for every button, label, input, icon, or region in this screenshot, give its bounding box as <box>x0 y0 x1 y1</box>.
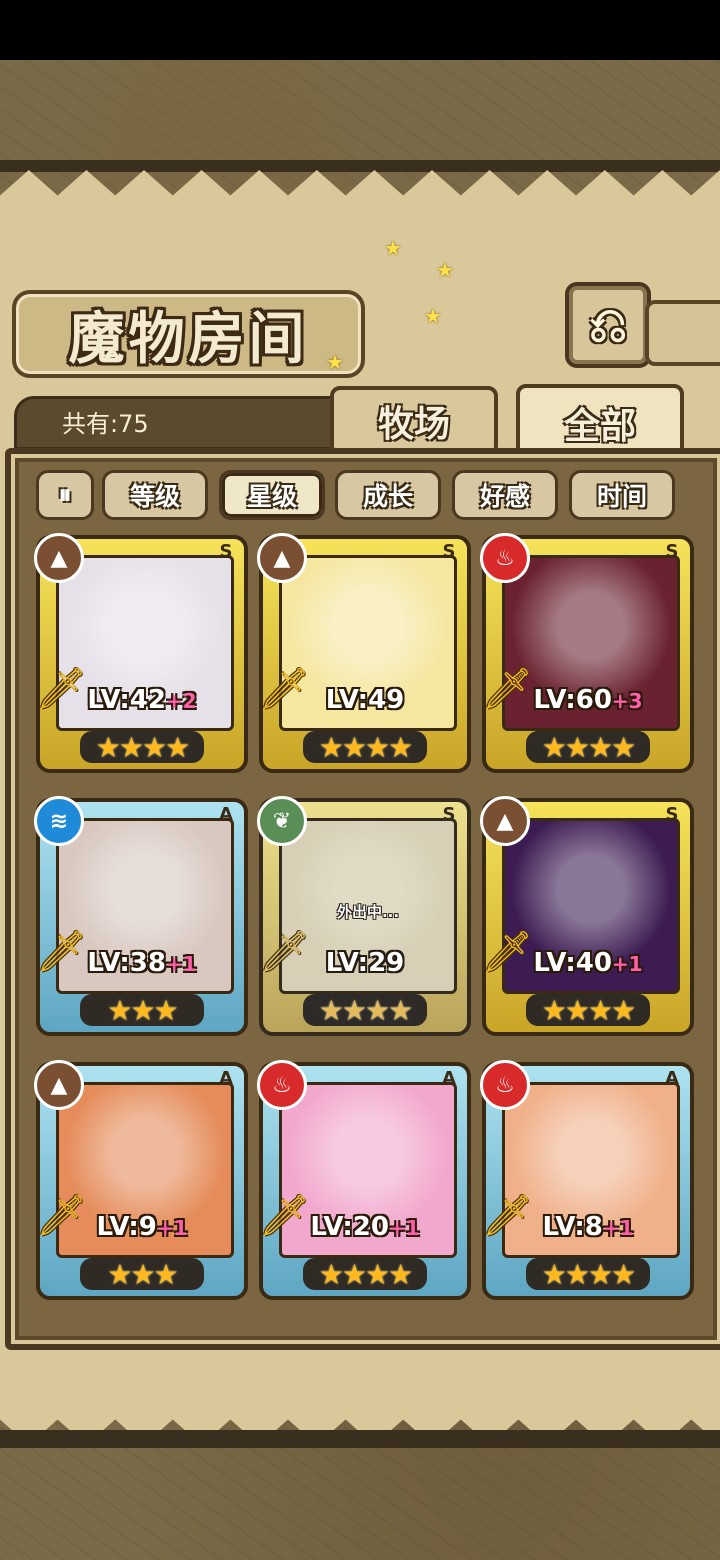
sort-label: 成长 <box>362 482 413 511</box>
rank-badge: A <box>219 1068 233 1089</box>
monster-card[interactable]: ♨ S 🗡 LV:60+3 ★★★★ <box>480 533 694 773</box>
sort-time-button[interactable]: 时间 <box>569 470 675 520</box>
level-label: LV:20+1 <box>263 1212 467 1242</box>
level-bonus: +2 <box>165 689 197 713</box>
status-bar <box>0 0 720 60</box>
title-plate: 魔物房间 <box>12 290 365 378</box>
fire-element-icon: ♨ <box>480 533 530 583</box>
monster-card[interactable]: ▲ S 🗡 LV:40+1 ★★★★ <box>480 796 694 1036</box>
level-label: LV:8+1 <box>486 1212 690 1242</box>
wood-element-icon: ❦ <box>257 796 307 846</box>
sort-star-button[interactable]: 星级 <box>219 470 325 520</box>
rank-badge: A <box>665 1068 679 1089</box>
sort-label: 星级 <box>246 482 297 511</box>
level-value: LV:29 <box>325 948 405 978</box>
fire-element-icon: ♨ <box>480 1060 530 1110</box>
level-value: LV:60 <box>533 685 612 715</box>
level-bonus: +1 <box>388 1216 420 1240</box>
level-label: LV:42+2 <box>40 685 244 715</box>
side-tab <box>645 300 720 366</box>
sparkle-icon: ★ <box>424 304 442 328</box>
back-arrow-icon: ⎌ <box>588 296 628 353</box>
sort-label: 时间 <box>596 482 647 511</box>
rank-badge: S <box>442 804 456 825</box>
sort-label: 等级 <box>129 482 180 511</box>
level-value: LV:20 <box>310 1212 389 1242</box>
monster-card[interactable]: 外出中... ❦ S 🗡 LV:29 ★★★★ <box>257 796 471 1036</box>
earth-element-icon: ▲ <box>34 1060 84 1110</box>
level-value: LV:38 <box>87 948 166 978</box>
rank-badge: S <box>665 804 679 825</box>
earth-element-icon: ▲ <box>34 533 84 583</box>
divider-bottom <box>0 1430 720 1448</box>
level-value: LV:40 <box>533 948 612 978</box>
star-rating: ★★★★ <box>526 994 650 1027</box>
fire-element-icon: ♨ <box>257 1060 307 1110</box>
star-rating: ★★★★ <box>526 731 650 764</box>
star-rating: ★★★★ <box>80 731 204 764</box>
rank-badge: S <box>665 541 679 562</box>
page-title: 魔物房间 <box>68 305 309 372</box>
level-label: LV:49 <box>263 685 467 715</box>
star-rating: ★★★★ <box>303 1258 427 1291</box>
tab-label: 全部 <box>563 405 636 447</box>
rank-badge: A <box>219 804 233 825</box>
water-element-icon: ≋ <box>34 796 84 846</box>
star-rating: ★★★ <box>80 994 204 1027</box>
earth-element-icon: ▲ <box>480 796 530 846</box>
monster-card[interactable]: ♨ A 🗡 LV:8+1 ★★★★ <box>480 1060 694 1300</box>
level-bonus: +1 <box>156 1216 188 1240</box>
away-status: 外出中... <box>336 903 400 921</box>
tab-ranch[interactable]: 牧场 <box>330 386 498 456</box>
level-bonus: +1 <box>602 1216 634 1240</box>
level-value: LV:9 <box>96 1212 157 1242</box>
level-label: LV:60+3 <box>486 685 690 715</box>
level-value: LV:42 <box>87 685 166 715</box>
divider-top <box>0 160 720 172</box>
level-label: LV:29 <box>263 948 467 978</box>
star-rating: ★★★★ <box>303 731 427 764</box>
star-rating: ★★★★ <box>526 1258 650 1291</box>
star-rating: ★★★★ <box>303 994 427 1027</box>
monster-card[interactable]: ♨ A 🗡 LV:20+1 ★★★★ <box>257 1060 471 1300</box>
earth-element-icon: ▲ <box>257 533 307 583</box>
monster-card[interactable]: ≋ A 🗡 LV:38+1 ★★★ <box>34 796 248 1036</box>
sort-label: 好感 <box>479 482 530 511</box>
sort-affection-button[interactable]: 好感 <box>452 470 558 520</box>
sort-level-button[interactable]: 等级 <box>102 470 208 520</box>
sort-toggle-button[interactable]: ⏸ <box>36 470 94 520</box>
sparkle-icon: ★ <box>326 350 344 374</box>
tab-label: 牧场 <box>377 403 450 445</box>
level-label: LV:40+1 <box>486 948 690 978</box>
level-value: LV:49 <box>325 685 405 715</box>
level-value: LV:8 <box>542 1212 603 1242</box>
sort-growth-button[interactable]: 成长 <box>335 470 441 520</box>
rank-badge: S <box>442 541 456 562</box>
level-bonus: +1 <box>611 952 643 976</box>
rank-badge: S <box>219 541 233 562</box>
monster-card[interactable]: ▲ A 🗡 LV:9+1 ★★★ <box>34 1060 248 1300</box>
monster-count: 共有:75 <box>62 410 149 438</box>
level-label: LV:38+1 <box>40 948 244 978</box>
monster-card[interactable]: ▲ S 🗡 LV:49 ★★★★ <box>257 533 471 773</box>
pause-icon: ⏸ <box>58 479 72 510</box>
sparkle-icon: ★ <box>384 236 402 260</box>
sparkle-icon: ★ <box>436 258 454 282</box>
star-rating: ★★★ <box>80 1258 204 1291</box>
level-label: LV:9+1 <box>40 1212 244 1242</box>
level-bonus: +3 <box>611 689 643 713</box>
level-bonus: +1 <box>165 952 197 976</box>
monster-card[interactable]: ▲ S 🗡 LV:42+2 ★★★★ <box>34 533 248 773</box>
back-button[interactable]: ⎌ <box>565 282 651 368</box>
rank-badge: A <box>442 1068 456 1089</box>
